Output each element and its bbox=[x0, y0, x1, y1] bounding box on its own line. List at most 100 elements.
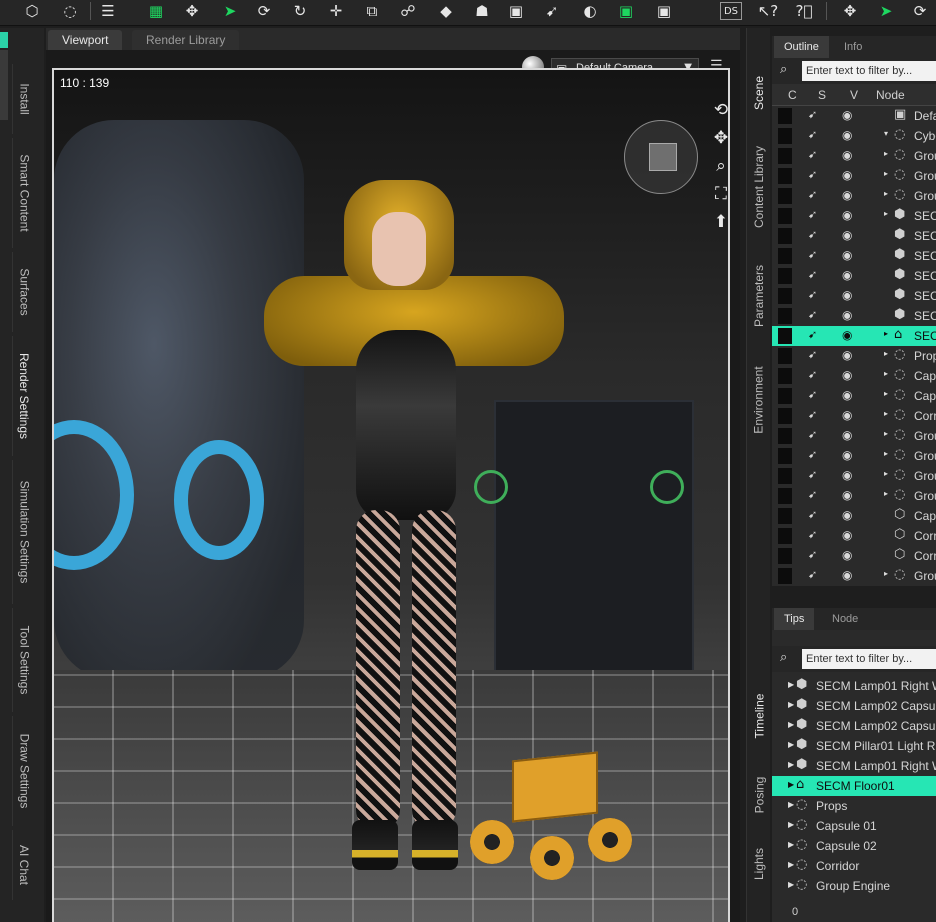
scene-row[interactable]: ➹ ◉ ▸ ◌ Grou bbox=[772, 426, 936, 446]
selectable-icon[interactable]: ➹ bbox=[808, 208, 817, 221]
tab-environment[interactable]: Environment bbox=[747, 350, 771, 450]
scene-row[interactable]: ➹ ◉ ▸ ◌ Grou bbox=[772, 486, 936, 506]
visibility-eye-icon[interactable]: ◉ bbox=[842, 348, 852, 362]
scene-row[interactable]: ➹ ◉ ▸ ⬢ SECI bbox=[772, 206, 936, 226]
expand-arrow-icon[interactable]: ▶ bbox=[788, 880, 794, 889]
column-node[interactable]: Node bbox=[876, 88, 905, 102]
color-swatch[interactable] bbox=[778, 388, 792, 404]
expand-arrow-icon[interactable]: ▸ bbox=[884, 149, 888, 158]
tab-content-library[interactable]: Content Library bbox=[747, 132, 771, 242]
visibility-eye-icon[interactable]: ◉ bbox=[842, 448, 852, 462]
visibility-eye-icon[interactable]: ◉ bbox=[842, 388, 852, 402]
color-swatch[interactable] bbox=[778, 288, 792, 304]
expand-arrow-icon[interactable]: ▸ bbox=[884, 169, 888, 178]
scale-icon[interactable]: ⧉ bbox=[360, 0, 384, 22]
selectable-icon[interactable]: ➹ bbox=[808, 308, 817, 321]
scene-row[interactable]: ➹ ◉ ▾ ◌ Cybor bbox=[772, 126, 936, 146]
column-c[interactable]: C bbox=[788, 88, 797, 102]
expand-arrow-icon[interactable]: ▸ bbox=[884, 429, 888, 438]
color-swatch[interactable] bbox=[778, 548, 792, 564]
color-swatch[interactable] bbox=[778, 168, 792, 184]
scene-row[interactable]: ➹ ◉ ⬢ SECI bbox=[772, 286, 936, 306]
expand-arrow-icon[interactable]: ▸ bbox=[884, 489, 888, 498]
node-tree-row[interactable]: ▶ ⬢ SECM Lamp01 Right W bbox=[772, 676, 936, 696]
visibility-eye-icon[interactable]: ◉ bbox=[842, 548, 852, 562]
tab-tool-settings[interactable]: Tool Settings bbox=[12, 608, 36, 712]
color-swatch[interactable] bbox=[778, 328, 792, 344]
scene-row[interactable]: ➹ ◉ ⬢ SECI bbox=[772, 226, 936, 246]
scene-row[interactable]: ➹ ◉ ▸ ◌ Capsu bbox=[772, 366, 936, 386]
help-icon[interactable]: ?⃝ bbox=[792, 0, 816, 22]
selectable-icon[interactable]: ➹ bbox=[808, 108, 817, 121]
expand-arrow-icon[interactable]: ▸ bbox=[884, 369, 888, 378]
translate-icon[interactable]: ✛ bbox=[324, 0, 348, 22]
menu-icon[interactable]: ☰ bbox=[96, 0, 120, 22]
tab-outline[interactable]: Outline bbox=[774, 36, 829, 58]
select-tool-icon[interactable]: ⬡ bbox=[20, 0, 44, 22]
expand-arrow-icon[interactable]: ▶ bbox=[788, 680, 794, 689]
expand-arrow-icon[interactable]: ▸ bbox=[884, 469, 888, 478]
visibility-eye-icon[interactable]: ◉ bbox=[842, 468, 852, 482]
reset-up-icon[interactable]: ⬆ bbox=[710, 212, 728, 240]
tab-lights[interactable]: Lights bbox=[747, 834, 771, 894]
tab-render-settings[interactable]: Render Settings bbox=[12, 336, 36, 456]
render-icon[interactable]: ▣ bbox=[614, 0, 638, 22]
color-swatch[interactable] bbox=[778, 248, 792, 264]
node-filter-input[interactable]: Enter text to filter by... bbox=[802, 649, 936, 669]
scene-row[interactable]: ➹ ◉ ▸ ◌ Grou bbox=[772, 446, 936, 466]
orbit-icon[interactable]: ⟲ bbox=[710, 100, 728, 128]
visibility-eye-icon[interactable]: ◉ bbox=[842, 228, 852, 242]
scene-row[interactable]: ➹ ◉ ⬡ Corr bbox=[772, 546, 936, 566]
light-icon[interactable]: ◐ bbox=[578, 0, 602, 22]
selectable-icon[interactable]: ➹ bbox=[808, 528, 817, 541]
scene-row[interactable]: ➹ ◉ ▸ ⌂ SECM bbox=[772, 326, 936, 346]
visibility-eye-icon[interactable]: ◉ bbox=[842, 268, 852, 282]
selectable-icon[interactable]: ➹ bbox=[808, 568, 817, 581]
color-swatch[interactable] bbox=[778, 508, 792, 524]
selectable-icon[interactable]: ➹ bbox=[808, 508, 817, 521]
zoom-icon[interactable]: ⌕ bbox=[710, 156, 728, 184]
surface-tool-icon[interactable]: ◆ bbox=[434, 0, 458, 22]
expand-arrow-icon[interactable]: ▸ bbox=[884, 209, 888, 218]
expand-arrow-icon[interactable]: ▶ bbox=[788, 700, 794, 709]
color-swatch[interactable] bbox=[778, 268, 792, 284]
node-tree-row[interactable]: ▶ ⬢ SECM Pillar01 Light Rig bbox=[772, 736, 936, 756]
node-tree-row[interactable]: ▶ ⬢ SECM Lamp02 Capsul bbox=[772, 716, 936, 736]
color-swatch[interactable] bbox=[778, 228, 792, 244]
visibility-eye-icon[interactable]: ◉ bbox=[842, 568, 852, 582]
selectable-icon[interactable]: ➹ bbox=[808, 328, 817, 341]
expand-arrow-icon[interactable]: ▸ bbox=[884, 189, 888, 198]
expand-arrow-icon[interactable]: ▶ bbox=[788, 800, 794, 809]
tab-surfaces[interactable]: Surfaces bbox=[12, 252, 36, 332]
rotate-tool-icon[interactable]: ⟳ bbox=[252, 0, 276, 22]
tab-install[interactable]: Install bbox=[12, 64, 36, 134]
selectable-icon[interactable]: ➹ bbox=[808, 228, 817, 241]
selectable-icon[interactable]: ➹ bbox=[808, 248, 817, 261]
scene-row[interactable]: ➹ ◉ ▸ ◌ Grou bbox=[772, 186, 936, 206]
transform-icon[interactable]: ✥ bbox=[838, 0, 862, 22]
frame-icon[interactable]: ⛶ bbox=[710, 184, 728, 212]
visibility-eye-icon[interactable]: ◉ bbox=[842, 168, 852, 182]
color-swatch[interactable] bbox=[778, 568, 792, 584]
scene-row[interactable]: ➹ ◉ ▸ ◌ Grou bbox=[772, 566, 936, 586]
column-s[interactable]: S bbox=[818, 88, 826, 102]
selectable-icon[interactable]: ➹ bbox=[808, 548, 817, 561]
expand-arrow-icon[interactable]: ▶ bbox=[788, 840, 794, 849]
expand-arrow-icon[interactable]: ▸ bbox=[884, 569, 888, 578]
node-tree-row[interactable]: ▶ ⬢ SECM Lamp02 Capsule bbox=[772, 696, 936, 716]
visibility-eye-icon[interactable]: ◉ bbox=[842, 108, 852, 122]
column-v[interactable]: V bbox=[850, 88, 858, 102]
tab-scene[interactable]: Scene bbox=[747, 58, 771, 128]
expand-arrow-icon[interactable]: ▶ bbox=[788, 820, 794, 829]
color-swatch[interactable] bbox=[778, 148, 792, 164]
scene-row[interactable]: ➹ ◉ ▸ ◌ Grou bbox=[772, 146, 936, 166]
selectable-icon[interactable]: ➹ bbox=[808, 488, 817, 501]
pan-icon[interactable]: ✥ bbox=[710, 128, 728, 156]
node-tree-row[interactable]: ▶ ⌂ SECM Floor01 bbox=[772, 776, 936, 796]
tab-render-library[interactable]: Render Library bbox=[132, 30, 240, 50]
visibility-eye-icon[interactable]: ◉ bbox=[842, 248, 852, 262]
camera-icon[interactable]: ▣ bbox=[504, 0, 528, 22]
pane-edge-handle[interactable] bbox=[0, 50, 8, 120]
color-swatch[interactable] bbox=[778, 128, 792, 144]
color-swatch[interactable] bbox=[778, 528, 792, 544]
